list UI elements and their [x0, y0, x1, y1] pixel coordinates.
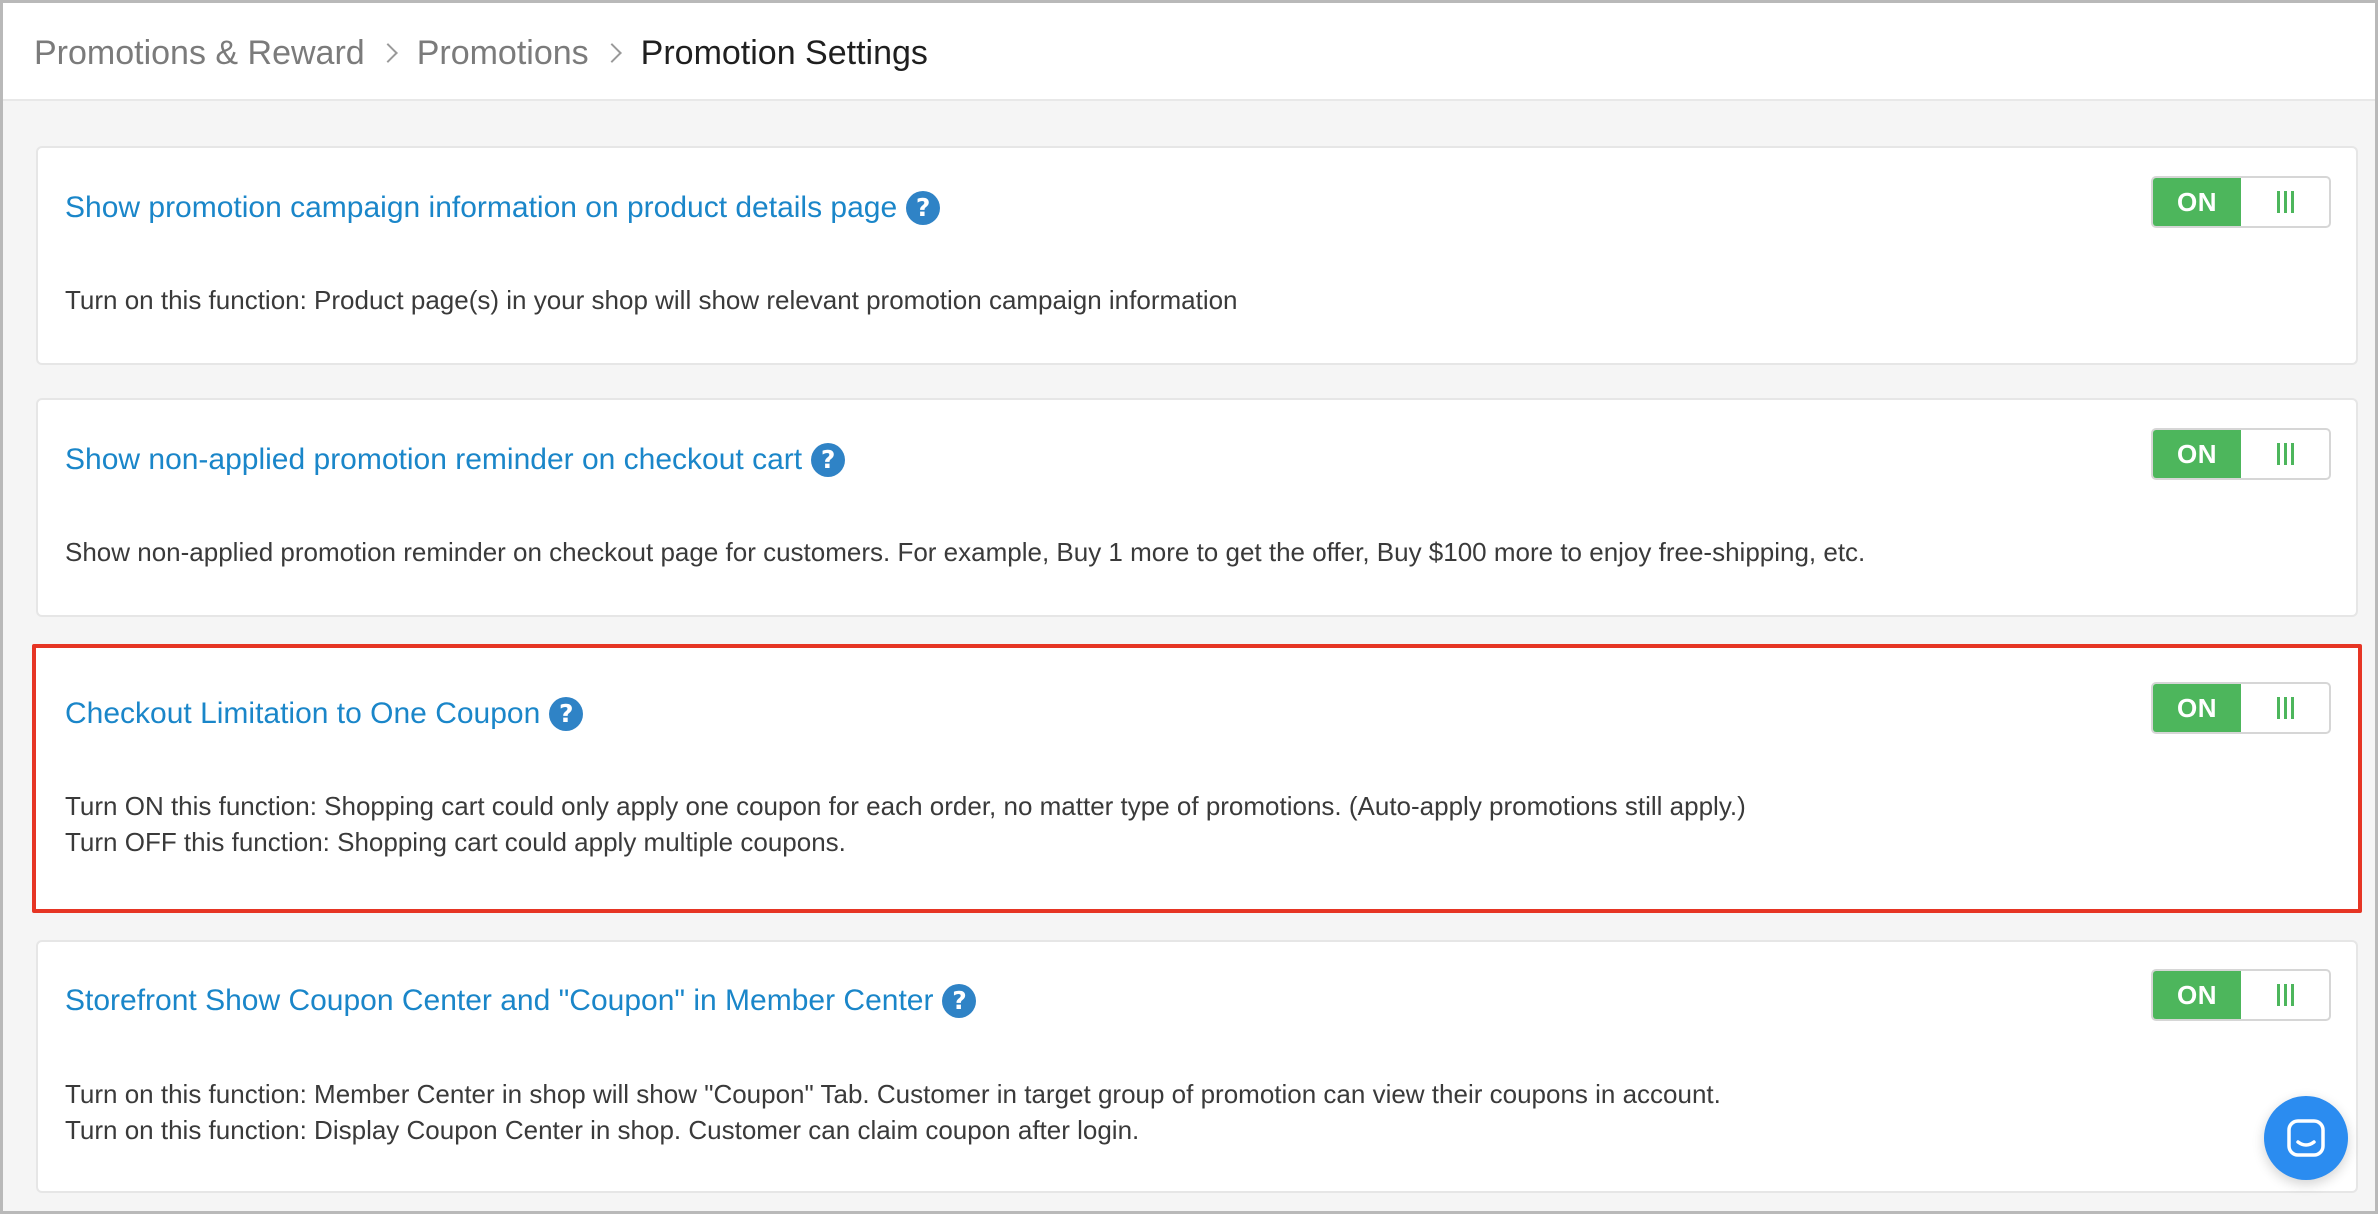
setting-card-coupon-center: Storefront Show Coupon Center and "Coupo…: [36, 940, 2358, 1193]
toggle-switch[interactable]: ON: [2151, 969, 2331, 1021]
breadcrumb-item-promotions[interactable]: Promotions: [417, 31, 589, 75]
help-question-icon[interactable]: ?: [549, 697, 584, 731]
toggle-switch[interactable]: ON: [2151, 176, 2331, 228]
chat-launcher-button[interactable]: [2264, 1096, 2348, 1180]
setting-title: Storefront Show Coupon Center and "Coupo…: [65, 984, 934, 1017]
toggle-switch[interactable]: ON: [2151, 428, 2331, 480]
breadcrumb-item-promotions-reward[interactable]: Promotions & Reward: [34, 31, 365, 75]
setting-card-one-coupon-limit: Checkout Limitation to One Coupon ? Turn…: [32, 644, 2362, 913]
help-question-icon[interactable]: ?: [942, 984, 977, 1018]
toggle-handle[interactable]: [2241, 684, 2329, 732]
grip-icon: [2276, 443, 2294, 465]
description-line: Turn on this function: Member Center in …: [65, 1079, 1721, 1109]
toggle-on-label: ON: [2153, 430, 2241, 478]
toggle-on-label: ON: [2153, 971, 2241, 1019]
setting-description: Show non-applied promotion reminder on c…: [65, 534, 1865, 570]
description-line: Show non-applied promotion reminder on c…: [65, 537, 1866, 567]
setting-title: Show non-applied promotion reminder on c…: [65, 443, 803, 476]
description-line: Turn ON this function: Shopping cart cou…: [65, 791, 1746, 821]
setting-title-row: Storefront Show Coupon Center and "Coupo…: [65, 981, 977, 1021]
grip-icon: [2276, 984, 2294, 1006]
description-line: Turn OFF this function: Shopping cart co…: [65, 827, 846, 857]
setting-description: Turn ON this function: Shopping cart cou…: [65, 788, 1746, 860]
chevron-right-icon: [377, 43, 398, 63]
description-line: Turn on this function: Display Coupon Ce…: [65, 1115, 1140, 1145]
toggle-handle[interactable]: [2241, 430, 2329, 478]
setting-card-promotion-campaign-info: Show promotion campaign information on p…: [36, 146, 2358, 365]
toggle-handle[interactable]: [2241, 178, 2329, 226]
help-question-icon[interactable]: ?: [906, 191, 941, 225]
toggle-handle[interactable]: [2241, 971, 2329, 1019]
chat-bubble-icon: [2287, 1119, 2325, 1157]
toggle-on-label: ON: [2153, 178, 2241, 226]
chevron-right-icon: [601, 43, 622, 63]
grip-icon: [2276, 697, 2294, 719]
header-bar: Promotions & Reward Promotions Promotion…: [3, 3, 2375, 101]
grip-icon: [2276, 191, 2294, 213]
setting-description: Turn on this function: Member Center in …: [65, 1076, 1721, 1148]
toggle-on-label: ON: [2153, 684, 2241, 732]
setting-description: Turn on this function: Product page(s) i…: [65, 282, 1238, 318]
setting-title-row: Checkout Limitation to One Coupon ?: [65, 694, 584, 734]
app-window: Promotions & Reward Promotions Promotion…: [0, 0, 2378, 1214]
setting-card-non-applied-reminder: Show non-applied promotion reminder on c…: [36, 398, 2358, 617]
description-line: Turn on this function: Product page(s) i…: [65, 285, 1238, 315]
help-question-icon[interactable]: ?: [811, 443, 846, 477]
breadcrumb: Promotions & Reward Promotions Promotion…: [34, 31, 928, 75]
setting-title: Show promotion campaign information on p…: [65, 191, 898, 224]
setting-title: Checkout Limitation to One Coupon: [65, 697, 541, 730]
setting-title-row: Show non-applied promotion reminder on c…: [65, 440, 846, 480]
toggle-switch[interactable]: ON: [2151, 682, 2331, 734]
breadcrumb-current-page: Promotion Settings: [640, 34, 928, 72]
setting-title-row: Show promotion campaign information on p…: [65, 188, 941, 228]
